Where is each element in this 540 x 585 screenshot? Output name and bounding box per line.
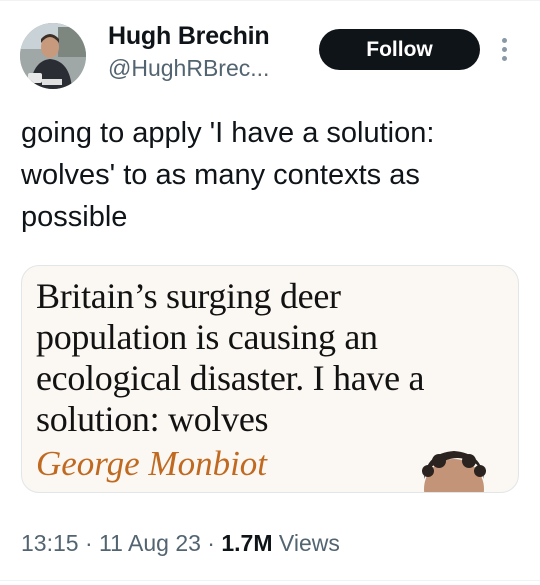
tweet-date[interactable]: 11 Aug 23 — [99, 530, 201, 556]
avatar[interactable] — [20, 23, 86, 89]
tweet-text: going to apply 'I have a solution: wolve… — [21, 117, 435, 233]
tweet-meta: 13:15 · 11 Aug 23 · 1.7M Views — [21, 530, 340, 557]
card-author-photo — [422, 451, 486, 492]
more-vertical-icon[interactable] — [494, 33, 514, 65]
avatar-photo — [20, 23, 86, 89]
views-count: 1.7M — [221, 530, 273, 556]
bottom-divider — [0, 580, 540, 581]
follow-button[interactable]: Follow — [319, 29, 480, 70]
views-label: Views — [278, 530, 340, 556]
link-card[interactable]: Britain’s surging deer population is cau… — [21, 265, 519, 493]
card-author: George Monbiot — [36, 444, 268, 483]
tweet-time[interactable]: 13:15 — [21, 530, 79, 556]
author-name[interactable]: Hugh Brechin — [108, 22, 270, 51]
author-handle[interactable]: @HughRBrec... — [108, 55, 269, 82]
card-headline: Britain’s surging deer population is cau… — [36, 276, 425, 439]
meta-separator: · — [200, 530, 222, 556]
top-divider — [0, 0, 540, 1]
meta-separator: · — [78, 530, 100, 556]
